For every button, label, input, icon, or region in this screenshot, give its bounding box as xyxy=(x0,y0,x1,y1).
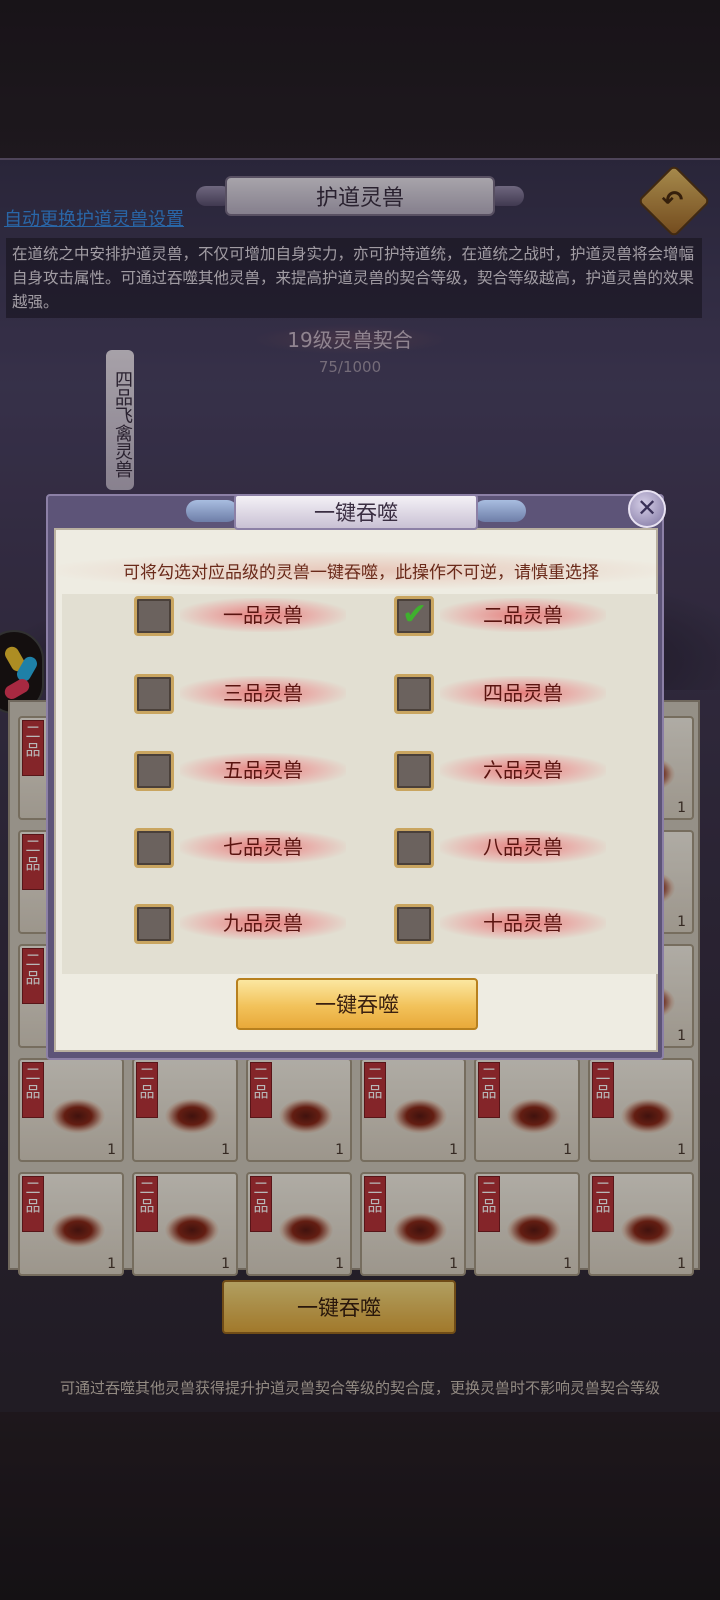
grade-label: 三品灵兽 xyxy=(180,676,346,710)
grade-checkbox[interactable] xyxy=(394,751,434,791)
dialog-title: 一键吞噬 xyxy=(234,494,478,530)
grade-checkbox[interactable] xyxy=(394,674,434,714)
close-button[interactable]: ✕ xyxy=(628,490,666,528)
grade-option[interactable]: ✔ 二品灵兽 xyxy=(394,592,664,638)
grade-checkbox[interactable]: ✔ xyxy=(394,596,434,636)
grade-option[interactable]: 五品灵兽 xyxy=(134,747,404,793)
grade-option[interactable]: 十品灵兽 xyxy=(394,900,664,946)
grade-label: 九品灵兽 xyxy=(180,906,346,940)
grade-checkbox[interactable] xyxy=(134,828,174,868)
grade-option[interactable]: 八品灵兽 xyxy=(394,824,664,870)
grade-label: 五品灵兽 xyxy=(180,753,346,787)
close-icon: ✕ xyxy=(636,494,658,522)
dialog-ornament-right xyxy=(474,500,526,522)
grade-checkbox[interactable] xyxy=(134,904,174,944)
grade-checkbox[interactable] xyxy=(134,751,174,791)
grade-option[interactable]: 七品灵兽 xyxy=(134,824,404,870)
grade-label: 六品灵兽 xyxy=(440,753,606,787)
grade-option[interactable]: 四品灵兽 xyxy=(394,670,664,716)
grade-label: 二品灵兽 xyxy=(440,598,606,632)
grade-label: 八品灵兽 xyxy=(440,830,606,864)
grade-label: 十品灵兽 xyxy=(440,906,606,940)
checkmark-icon: ✔ xyxy=(402,597,428,632)
grade-checkbox[interactable] xyxy=(394,904,434,944)
grade-option[interactable]: 一品灵兽 xyxy=(134,592,404,638)
grade-label: 四品灵兽 xyxy=(440,676,606,710)
grade-checkbox[interactable] xyxy=(134,674,174,714)
grade-option[interactable]: 三品灵兽 xyxy=(134,670,404,716)
dialog-hint: 可将勾选对应品级的灵兽一键吞噬，此操作不可逆，请慎重选择 xyxy=(58,552,664,589)
grade-option[interactable]: 九品灵兽 xyxy=(134,900,404,946)
grade-checkbox[interactable] xyxy=(394,828,434,868)
grade-option[interactable]: 六品灵兽 xyxy=(394,747,664,793)
grade-checkbox[interactable] xyxy=(134,596,174,636)
confirm-devour-button[interactable]: 一键吞噬 xyxy=(236,978,478,1030)
grade-label: 一品灵兽 xyxy=(180,598,346,632)
grade-label: 七品灵兽 xyxy=(180,830,346,864)
dialog-ornament-left xyxy=(186,500,238,522)
